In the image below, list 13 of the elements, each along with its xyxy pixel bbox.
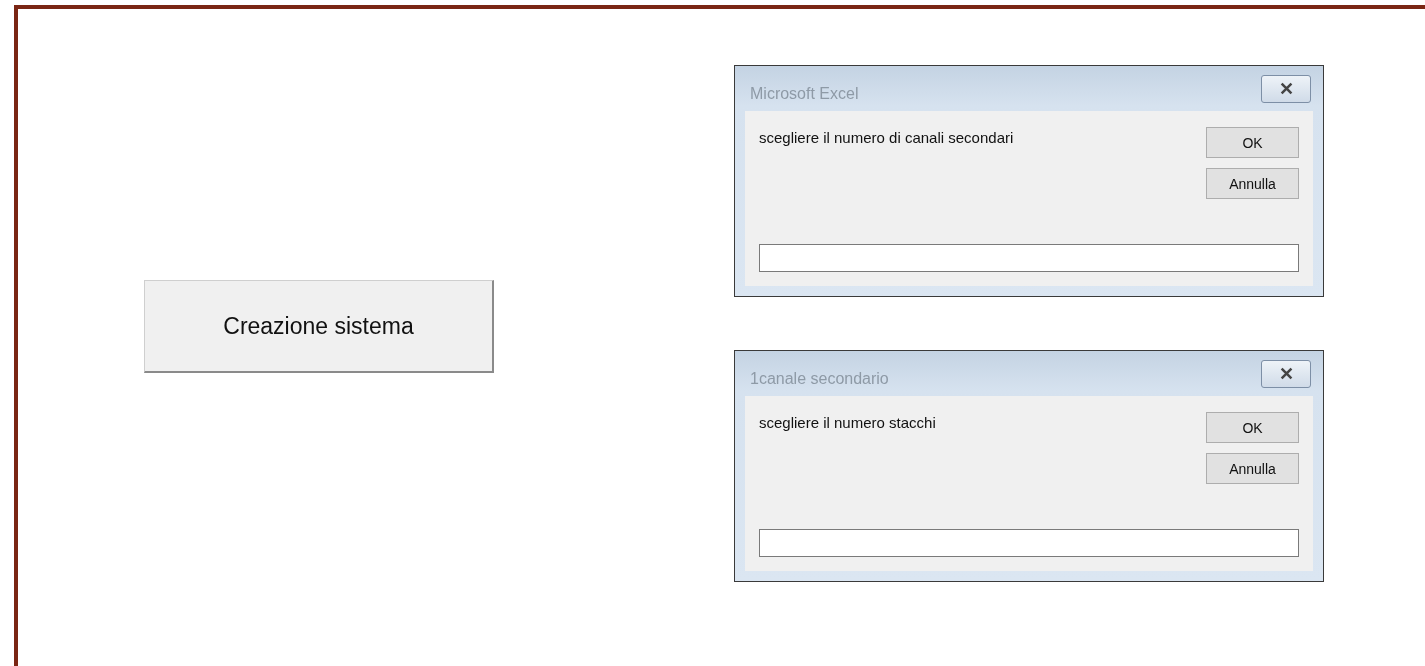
dialog-title: Microsoft Excel <box>749 83 859 103</box>
input-field[interactable] <box>759 244 1299 272</box>
close-button[interactable]: ✕ <box>1261 74 1311 103</box>
input-field[interactable] <box>759 529 1299 557</box>
creazione-sistema-button[interactable]: Creazione sistema <box>144 280 494 373</box>
dialog-button[interactable]: Annulla <box>1206 453 1299 484</box>
dialog-button[interactable]: OK <box>1206 412 1299 443</box>
dialog-button[interactable]: OK <box>1206 127 1299 158</box>
prompt-message: scegliere il numero di canali secondari <box>759 128 1014 148</box>
prompt-message: scegliere il numero stacchi <box>759 413 936 433</box>
close-button[interactable]: ✕ <box>1261 359 1311 388</box>
dialog-button[interactable]: Annulla <box>1206 168 1299 199</box>
dialog-title: 1canale secondario <box>749 368 889 388</box>
